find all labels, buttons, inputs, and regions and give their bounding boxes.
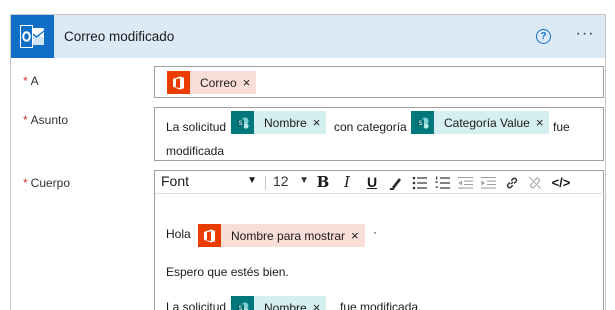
subject-text-middle: con categoría <box>334 120 407 134</box>
to-label-text: A <box>30 74 39 88</box>
to-label: * A <box>23 74 39 88</box>
token-label: Correo <box>200 75 237 90</box>
bold-button[interactable]: B <box>313 173 333 192</box>
svg-text:S: S <box>238 120 242 127</box>
decrease-indent-icon[interactable] <box>455 173 475 192</box>
token-label: Categoría Value <box>444 115 530 130</box>
office365-icon <box>198 224 221 247</box>
font-size-value: 12 <box>273 173 289 189</box>
font-value: Font <box>161 173 190 189</box>
dynamic-token-correo[interactable]: Correo × <box>167 71 257 94</box>
font-dropdown[interactable]: Font ▼ <box>161 173 259 192</box>
numbered-list-icon[interactable] <box>432 173 452 192</box>
bulleted-list-icon[interactable] <box>409 173 429 192</box>
subject-text-suffix: fue <box>553 120 570 134</box>
to-field[interactable]: Correo × <box>154 66 604 98</box>
toolbar-divider <box>265 176 266 190</box>
required-marker: * <box>23 74 28 88</box>
remove-token-icon[interactable]: × <box>351 228 365 243</box>
subject-label-text: Asunto <box>30 113 69 127</box>
required-marker: * <box>23 176 28 190</box>
chevron-down-icon: ▼ <box>247 175 257 186</box>
action-card: Correo modificado ? ··· * A Correo × * Asu… <box>10 14 606 310</box>
token-label: Nombre para mostrar <box>231 228 346 243</box>
editor-toolbar: Font ▼ 12 ▼ B I U </> <box>155 171 605 194</box>
highlight-pen-icon[interactable] <box>386 173 406 192</box>
sharepoint-icon: S <box>411 111 434 134</box>
required-marker: * <box>23 113 28 127</box>
body-greeting-end: · <box>373 225 377 239</box>
outlook-icon <box>11 15 54 58</box>
remove-token-icon[interactable]: × <box>536 115 550 130</box>
chevron-down-icon: ▼ <box>299 175 309 186</box>
dynamic-token-nombre-para-mostrar[interactable]: Nombre para mostrar × <box>198 224 365 247</box>
body-editor[interactable]: Font ▼ 12 ▼ B I U </> Hola Nombre para m… <box>154 170 605 310</box>
insert-link-icon[interactable] <box>502 173 522 192</box>
svg-text:S: S <box>418 120 422 127</box>
body-line-2: Espero que estés bien. <box>166 265 289 279</box>
sharepoint-icon: S <box>231 111 254 134</box>
action-header[interactable]: Correo modificado ? ··· <box>11 15 605 58</box>
body-label: * Cuerpo <box>23 176 70 190</box>
body-label-text: Cuerpo <box>30 176 71 190</box>
subject-text-line2: modificada <box>166 144 225 158</box>
italic-button[interactable]: I <box>337 173 357 192</box>
office365-icon <box>167 71 190 94</box>
remove-token-icon[interactable]: × <box>243 75 257 90</box>
code-view-button[interactable]: </> <box>549 173 573 192</box>
subject-field[interactable]: La solicitud S Nombre × con categoría S … <box>154 107 604 161</box>
underline-button[interactable]: U <box>362 173 382 192</box>
increase-indent-icon[interactable] <box>478 173 498 192</box>
more-options-icon[interactable]: ··· <box>571 25 599 47</box>
remove-link-icon[interactable] <box>525 173 545 192</box>
dynamic-token-categoria-value[interactable]: S Categoría Value × <box>411 111 550 134</box>
help-icon[interactable]: ? <box>536 29 551 44</box>
action-title: Correo modificado <box>64 29 175 44</box>
token-label: Nombre <box>264 115 307 130</box>
body-line-3-prefix: La solicitud <box>166 300 227 310</box>
font-size-dropdown[interactable]: 12 ▼ <box>273 173 309 192</box>
body-line-3-suffix: fue modificada. <box>340 300 422 310</box>
remove-token-icon[interactable]: × <box>313 115 327 130</box>
dynamic-token-nombre-body[interactable]: S Nombre × <box>231 296 327 310</box>
subject-label: * Asunto <box>23 113 68 127</box>
remove-token-icon[interactable]: × <box>313 300 327 310</box>
sharepoint-icon: S <box>231 296 254 310</box>
token-label: Nombre <box>264 300 307 310</box>
body-greeting: Hola <box>166 227 191 241</box>
dynamic-token-nombre[interactable]: S Nombre × <box>231 111 327 134</box>
svg-text:S: S <box>238 305 242 310</box>
subject-text-prefix: La solicitud <box>166 120 227 134</box>
